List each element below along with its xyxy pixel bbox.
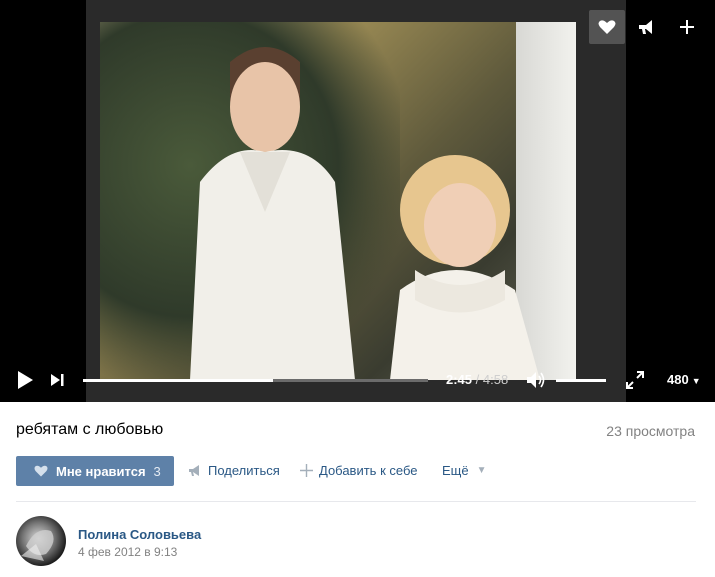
like-button[interactable]: Мне нравится 3 xyxy=(16,456,174,486)
fullscreen-icon[interactable] xyxy=(626,371,644,389)
quality-value: 480 xyxy=(667,372,689,387)
post-date[interactable]: 4 фев 2012 в 9:13 xyxy=(78,545,177,559)
share-video-button[interactable] xyxy=(629,10,665,44)
progress-bar-fill xyxy=(83,379,273,382)
video-thumbnail[interactable] xyxy=(100,22,576,380)
woman-figure xyxy=(390,155,540,380)
author-avatar[interactable] xyxy=(16,516,66,566)
volume-icon[interactable] xyxy=(526,371,546,389)
quality-selector[interactable]: 480 ▼ xyxy=(667,372,701,387)
timecode: 2:45 / 4:58 xyxy=(446,372,508,387)
volume-slider-fill xyxy=(556,379,606,382)
plus-icon xyxy=(300,464,313,477)
like-count: 3 xyxy=(153,463,161,479)
like-video-button[interactable] xyxy=(589,10,625,44)
share-icon xyxy=(639,20,652,34)
player-controls: 2:45 / 4:58 480 ▼ xyxy=(0,362,715,398)
divider xyxy=(16,501,696,502)
megaphone-icon xyxy=(189,464,199,476)
player-top-controls xyxy=(589,10,705,44)
volume-slider[interactable] xyxy=(556,379,606,382)
time-separator: / xyxy=(472,372,483,387)
chevron-down-icon: ▼ xyxy=(476,465,487,476)
share-button[interactable]: Поделиться xyxy=(188,463,280,478)
current-time: 2:45 xyxy=(446,372,473,387)
like-label: Мне нравится xyxy=(56,463,146,479)
views-count: 23 просмотра xyxy=(606,423,695,439)
video-title: ребятам с любовью xyxy=(16,421,164,438)
heart-icon xyxy=(34,465,48,477)
chevron-down-icon: ▼ xyxy=(691,376,701,386)
duration: 4:58 xyxy=(482,372,509,387)
add-video-button[interactable] xyxy=(669,10,705,44)
video-player[interactable]: 2:45 / 4:58 480 ▼ xyxy=(0,0,715,402)
progress-bar[interactable] xyxy=(83,379,428,382)
play-icon[interactable] xyxy=(16,370,34,390)
more-label: Ещё xyxy=(442,463,469,478)
man-figure xyxy=(190,47,355,380)
author-name[interactable]: Полина Соловьева xyxy=(78,527,201,542)
share-label: Поделиться xyxy=(208,463,280,478)
add-to-mine-button[interactable]: Добавить к себе xyxy=(300,463,417,478)
add-label: Добавить к себе xyxy=(319,463,418,478)
avatar-image xyxy=(21,530,54,561)
plus-icon xyxy=(680,20,694,34)
next-icon[interactable] xyxy=(50,373,64,387)
more-dropdown[interactable]: Ещё ▼ xyxy=(442,463,487,478)
heart-icon xyxy=(598,20,616,34)
